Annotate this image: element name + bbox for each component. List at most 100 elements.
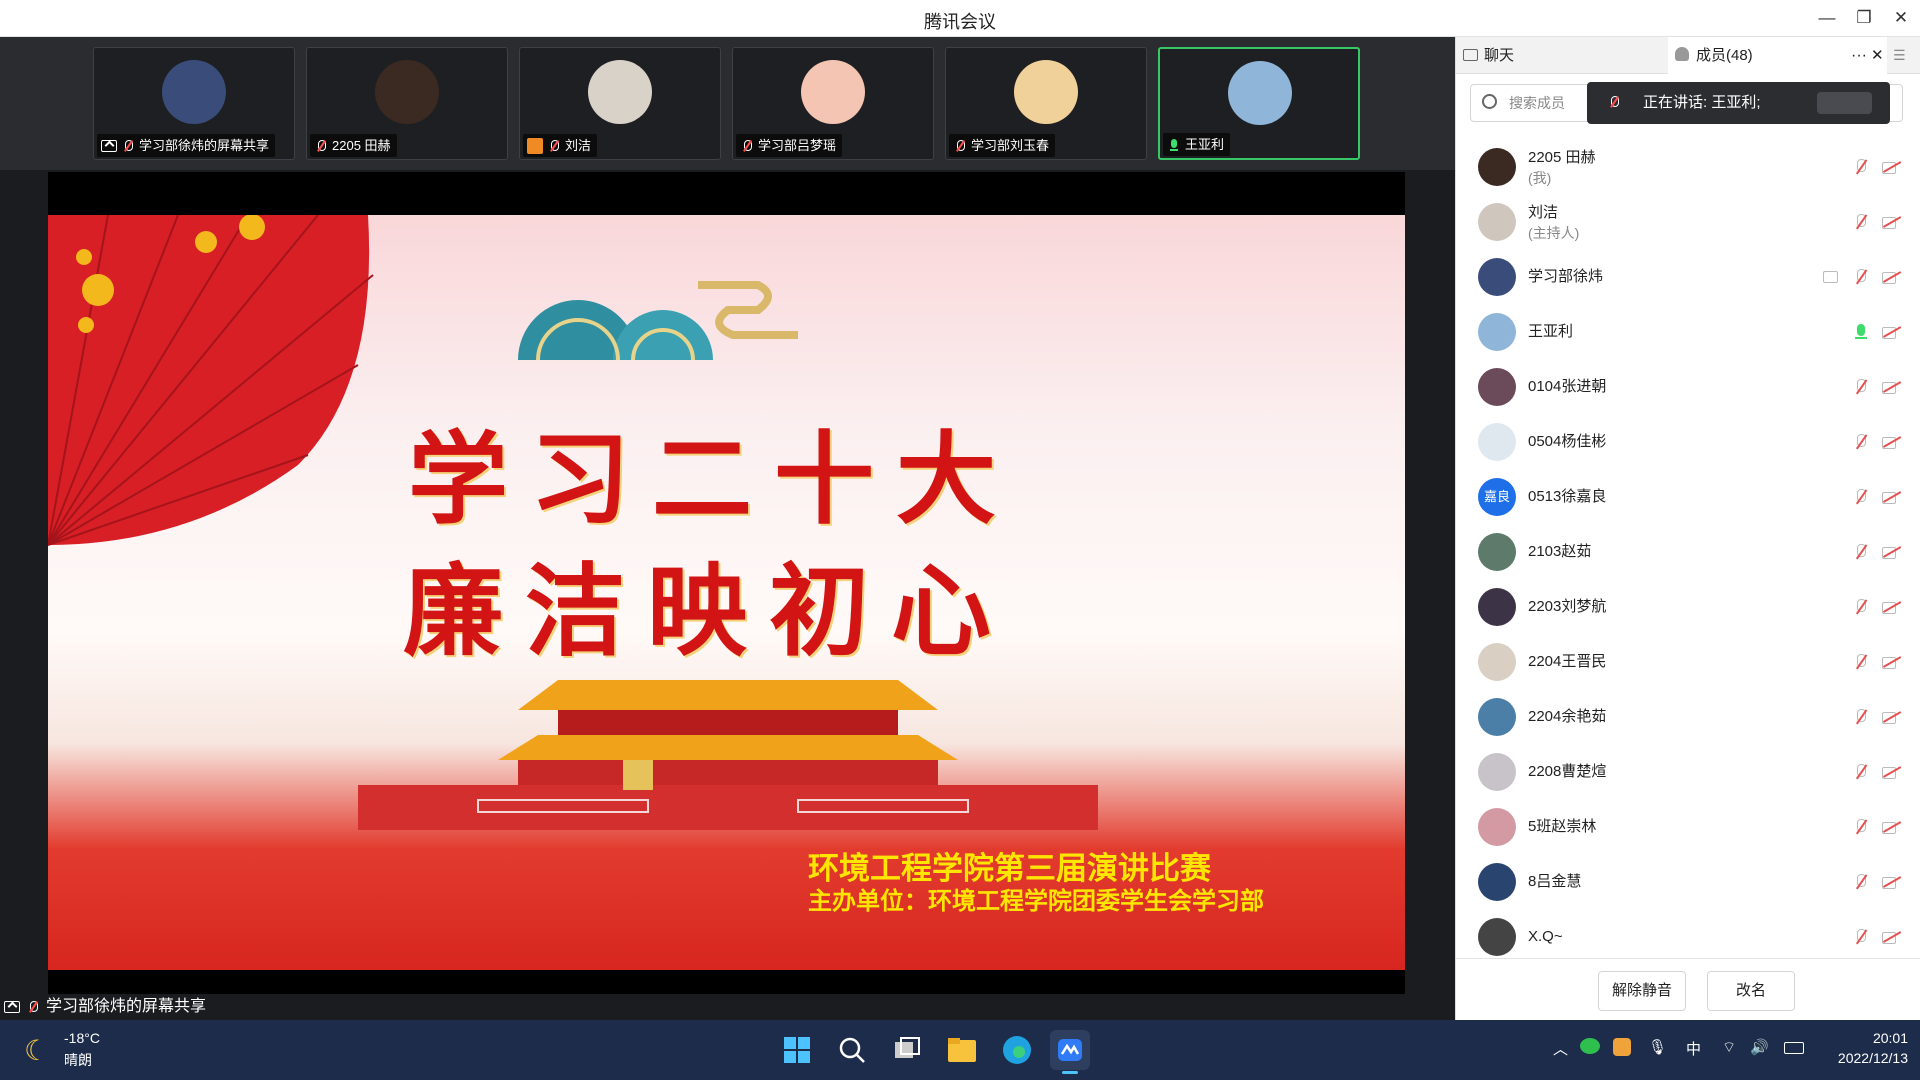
member-name: 王亚利	[1528, 323, 1574, 340]
member-row[interactable]: 0104张进朝	[1456, 359, 1920, 414]
tab-chat[interactable]: 聊天	[1456, 37, 1667, 74]
file-explorer-icon[interactable]	[942, 1030, 982, 1070]
camera-off-icon[interactable]	[1882, 488, 1900, 506]
chat-icon	[1463, 49, 1478, 61]
task-view-icon[interactable]	[887, 1030, 927, 1070]
camera-off-icon[interactable]	[1882, 378, 1900, 396]
camera-off-icon[interactable]	[1882, 158, 1900, 176]
member-avatar	[1478, 258, 1516, 296]
volume-icon[interactable]: 🔊	[1750, 1038, 1769, 1056]
member-row[interactable]: X.Q~	[1456, 909, 1920, 964]
member-row[interactable]: 2103赵茹	[1456, 524, 1920, 579]
screen-share-icon	[1822, 268, 1840, 286]
show-hidden-icons[interactable]: ︿	[1553, 1038, 1568, 1059]
camera-off-icon[interactable]	[1882, 268, 1900, 286]
member-row[interactable]: 王亚利	[1456, 304, 1920, 359]
thumbnail-name: 王亚利	[1185, 137, 1225, 152]
member-row[interactable]: 2204王晋民	[1456, 634, 1920, 689]
mic-muted-icon	[953, 139, 967, 153]
mic-muted-icon[interactable]	[1852, 653, 1870, 671]
edge-browser-icon[interactable]	[997, 1030, 1037, 1070]
member-name: 0504杨佳彬	[1528, 433, 1607, 450]
video-thumbnail[interactable]: 王亚利	[1158, 47, 1360, 160]
unmute-button[interactable]: 解除静音	[1598, 971, 1686, 1011]
member-row[interactable]: 8吕金慧	[1456, 854, 1920, 909]
camera-off-icon[interactable]	[1882, 818, 1900, 836]
clock-date[interactable]: 2022/12/13	[1818, 1050, 1908, 1066]
weather-desc[interactable]: 晴朗	[64, 1050, 92, 1070]
member-row[interactable]: 2204余艳茹	[1456, 689, 1920, 744]
close-window-button[interactable]: ✕	[1888, 6, 1914, 30]
member-row[interactable]: 刘洁 (主持人)	[1456, 194, 1920, 249]
battery-icon[interactable]	[1784, 1042, 1804, 1054]
member-role: (我)	[1528, 170, 1552, 186]
member-row[interactable]: 0504杨佳彬	[1456, 414, 1920, 469]
video-thumbnail[interactable]: 刘洁	[519, 47, 721, 160]
camera-off-icon[interactable]	[1882, 873, 1900, 891]
video-thumbnail[interactable]: 学习部吕梦瑶	[732, 47, 934, 160]
ime-indicator[interactable]: 中	[1686, 1038, 1701, 1059]
member-row[interactable]: 2203刘梦航	[1456, 579, 1920, 634]
clock-time[interactable]: 20:01	[1830, 1030, 1908, 1046]
tencent-meeting-taskbar-icon[interactable]	[1050, 1030, 1090, 1074]
member-row[interactable]: 5班赵崇林	[1456, 799, 1920, 854]
restore-button[interactable]: ❐	[1851, 6, 1877, 30]
rename-button[interactable]: 改名	[1707, 971, 1795, 1011]
mic-muted-icon[interactable]	[1852, 708, 1870, 726]
member-row[interactable]: 学习部徐炜	[1456, 249, 1920, 304]
camera-off-icon[interactable]	[1882, 543, 1900, 561]
camera-off-icon[interactable]	[1882, 928, 1900, 946]
screen-share-icon	[4, 1001, 20, 1013]
member-name: 0513徐嘉良	[1528, 488, 1607, 505]
mic-muted-icon[interactable]	[1852, 488, 1870, 506]
speaking-indicator: 正在讲话: 王亚利;	[1587, 82, 1890, 124]
member-name: 2203刘梦航	[1528, 598, 1607, 615]
start-button[interactable]	[777, 1030, 817, 1070]
wifi-icon[interactable]: ⌔	[1722, 1038, 1736, 1057]
members-panel: 聊天 成员(48) ··· ✕ ☰ 搜索成员 正在讲话: 王亚利; 2205 田…	[1455, 37, 1920, 1020]
mic-muted-icon[interactable]	[1852, 543, 1870, 561]
mic-muted-icon[interactable]	[1852, 598, 1870, 616]
search-taskbar-icon[interactable]	[832, 1030, 872, 1070]
camera-off-icon[interactable]	[1882, 213, 1900, 231]
panel-menu-icon[interactable]: ☰	[1893, 47, 1909, 63]
member-name: 5班赵崇林	[1528, 818, 1597, 835]
member-row[interactable]: 嘉良 0513徐嘉良	[1456, 469, 1920, 524]
mic-muted-icon[interactable]	[1852, 873, 1870, 891]
slide-title-line1: 学习二十大	[408, 420, 1018, 538]
wechat-tray-icon[interactable]	[1580, 1038, 1600, 1054]
camera-off-icon[interactable]	[1882, 708, 1900, 726]
camera-off-icon[interactable]	[1882, 653, 1900, 671]
more-options-icon[interactable]: ···	[1851, 37, 1867, 74]
mic-muted-icon[interactable]	[1852, 818, 1870, 836]
mic-muted-icon[interactable]	[1852, 433, 1870, 451]
qq-tray-icon[interactable]	[1613, 1038, 1631, 1056]
mic-muted-icon[interactable]	[1852, 268, 1870, 286]
member-avatar	[1478, 808, 1516, 846]
close-panel-icon[interactable]: ✕	[1871, 37, 1884, 74]
video-thumbnail[interactable]: 学习部刘玉春	[945, 47, 1147, 160]
weather-temp[interactable]: -18°C	[64, 1030, 100, 1046]
screen-share-view[interactable]: 学习二十大 廉洁映初心 环境工程学院第三届演讲比赛 主办单位：环境工程学院团委学…	[48, 172, 1405, 1015]
minimize-button[interactable]: —	[1814, 6, 1840, 30]
mic-on-icon[interactable]	[1852, 323, 1870, 341]
camera-off-icon[interactable]	[1882, 433, 1900, 451]
mic-muted-icon[interactable]	[1852, 158, 1870, 176]
mic-muted-icon	[26, 1000, 40, 1014]
camera-off-icon[interactable]	[1882, 323, 1900, 341]
video-thumbnail[interactable]: 学习部徐炜的屏幕共享	[93, 47, 295, 160]
mic-muted-icon[interactable]	[1852, 213, 1870, 231]
screen-share-icon	[101, 139, 117, 152]
mic-muted-icon[interactable]	[1852, 378, 1870, 396]
mic-muted-icon[interactable]	[1852, 928, 1870, 946]
member-row[interactable]: 2205 田赫 (我)	[1456, 139, 1920, 194]
camera-off-icon[interactable]	[1882, 598, 1900, 616]
tab-members-label: 成员(48)	[1696, 47, 1753, 64]
mic-muted-icon[interactable]	[1852, 763, 1870, 781]
member-row[interactable]: 2208曹楚煊	[1456, 744, 1920, 799]
microphone-tray-icon[interactable]: 🎙	[1648, 1038, 1667, 1056]
camera-off-icon[interactable]	[1882, 763, 1900, 781]
avatar	[162, 60, 226, 124]
tab-members[interactable]: 成员(48) ··· ✕	[1668, 37, 1887, 74]
video-thumbnail[interactable]: 2205 田赫	[306, 47, 508, 160]
